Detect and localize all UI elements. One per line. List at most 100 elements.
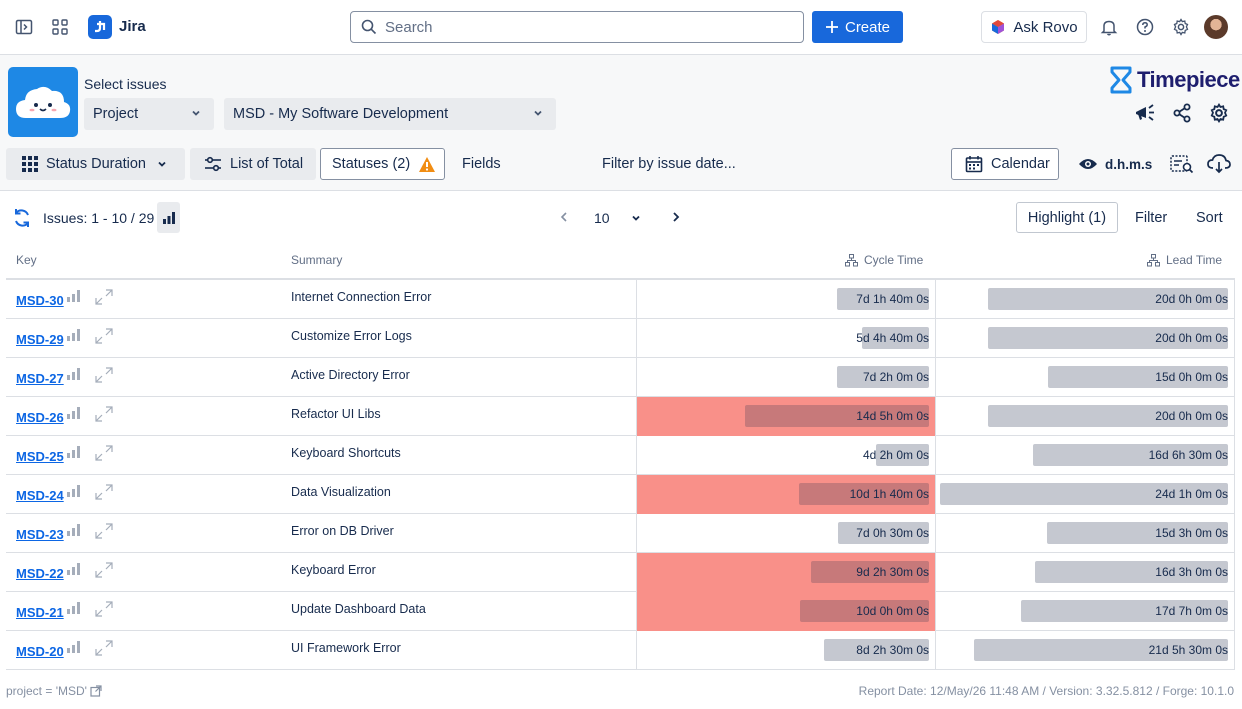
cycle-time-value: 5d 4h 40m 0s (856, 331, 929, 345)
fields-button[interactable]: Fields (462, 148, 501, 180)
calendar-button[interactable]: Calendar (951, 148, 1059, 180)
bar-chart-icon[interactable] (67, 290, 81, 302)
megaphone-icon[interactable] (1133, 101, 1157, 125)
previous-page-icon[interactable] (559, 212, 569, 222)
page-size-value[interactable]: 10 (594, 210, 610, 226)
expand-icon[interactable] (95, 484, 113, 500)
sliders-icon (205, 156, 221, 172)
bar-chart-icon[interactable] (67, 368, 81, 380)
user-avatar[interactable] (1204, 15, 1228, 39)
lead-time-value: 15d 3h 0m 0s (1155, 526, 1228, 540)
issue-key-link[interactable]: MSD-24 (16, 488, 64, 503)
lead-time-value: 17d 7h 0m 0s (1155, 604, 1228, 618)
expand-icon[interactable] (95, 523, 113, 539)
filter-button[interactable]: Filter (1135, 210, 1167, 226)
lead-time-cell: 24d 1h 0m 0s (935, 475, 1235, 514)
time-format-button[interactable]: d.h.m.s (1078, 148, 1152, 180)
next-page-icon[interactable] (671, 212, 681, 222)
lead-time-cell: 20d 0h 0m 0s (935, 397, 1235, 436)
column-header-summary[interactable]: Summary (291, 253, 342, 267)
chevron-down-icon (534, 110, 542, 116)
column-header-cycle-time[interactable]: Cycle Time (845, 253, 923, 267)
column-header-lead-time[interactable]: Lead Time (1147, 253, 1222, 267)
expand-icon[interactable] (95, 289, 113, 305)
bar-chart-icon[interactable] (67, 329, 81, 341)
jira-logo-icon[interactable] (88, 15, 112, 39)
issue-key-link[interactable]: MSD-30 (16, 293, 64, 308)
issue-summary: Update Dashboard Data (291, 602, 426, 616)
table-row: MSD-24 Data Visualization 10d 1h 40m 0s 24d… (6, 475, 1235, 514)
project-select-value: MSD - My Software Development (233, 106, 449, 122)
lead-time-value: 20d 0h 0m 0s (1155, 409, 1228, 423)
jql-link[interactable]: project = 'MSD' (6, 684, 102, 698)
table-row: MSD-22 Keyboard Error 9d 2h 30m 0s 16d 3h 0… (6, 553, 1235, 592)
report-type-dropdown[interactable]: Status Duration (6, 148, 185, 180)
bar-chart-icon[interactable] (67, 485, 81, 497)
refresh-icon[interactable] (12, 208, 32, 228)
issue-key-link[interactable]: MSD-25 (16, 449, 64, 464)
sort-button[interactable]: Sort (1196, 210, 1223, 226)
table-row: MSD-23 Error on DB Driver 7d 0h 30m 0s 15d … (6, 514, 1235, 553)
share-icon[interactable] (1170, 101, 1194, 125)
select-issues-label: Select issues (84, 76, 167, 92)
lead-time-header-label: Lead Time (1166, 253, 1223, 267)
filter-by-issue-date-button[interactable]: Filter by issue date... (602, 148, 736, 180)
issue-key-link[interactable]: MSD-29 (16, 332, 64, 347)
jql-text: project = 'MSD' (6, 684, 87, 698)
top-navigation-bar: Jira Create Ask Rovo (0, 0, 1242, 55)
issue-summary: Refactor UI Libs (291, 407, 381, 421)
bar-chart-icon[interactable] (67, 641, 81, 653)
cycle-time-cell: 10d 1h 40m 0s (636, 475, 935, 514)
bar-chart-icon[interactable] (67, 524, 81, 536)
sidebar-toggle-icon[interactable] (13, 16, 35, 38)
expand-icon[interactable] (95, 445, 113, 461)
bar-chart-icon[interactable] (67, 446, 81, 458)
issue-key-link[interactable]: MSD-21 (16, 605, 64, 620)
expand-icon[interactable] (95, 367, 113, 383)
scope-select[interactable]: Project (84, 98, 214, 130)
statuses-button[interactable]: Statuses (2) (320, 148, 445, 180)
search-box[interactable] (350, 11, 804, 43)
bar-chart-icon[interactable] (67, 602, 81, 614)
issue-key-link[interactable]: MSD-20 (16, 644, 64, 659)
brand-name: Timepiece (1137, 67, 1240, 92)
plus-icon (825, 21, 838, 33)
ask-rovo-button[interactable]: Ask Rovo (981, 11, 1087, 43)
create-button[interactable]: Create (812, 11, 903, 43)
table-row: MSD-21 Update Dashboard Data 10d 0h 0m 0s 1… (6, 592, 1235, 631)
issue-key-link[interactable]: MSD-26 (16, 410, 64, 425)
app-switcher-icon[interactable] (49, 16, 71, 38)
chevron-down-icon (158, 161, 166, 167)
bar-chart-icon[interactable] (67, 563, 81, 575)
cycle-time-value: 9d 2h 30m 0s (856, 565, 929, 579)
settings-gear-icon[interactable] (1170, 16, 1192, 38)
table-row: MSD-20 UI Framework Error 8d 2h 30m 0s 21d … (6, 631, 1235, 670)
expand-icon[interactable] (95, 406, 113, 422)
highlight-button[interactable]: Highlight (1) (1016, 202, 1118, 233)
list-of-total-button[interactable]: List of Total (190, 148, 316, 180)
expand-icon[interactable] (95, 640, 113, 656)
lead-time-cell: 20d 0h 0m 0s (935, 319, 1235, 358)
app-name[interactable]: Jira (119, 18, 146, 35)
cycle-time-cell: 9d 2h 30m 0s (636, 553, 935, 592)
issue-key-link[interactable]: MSD-27 (16, 371, 64, 386)
expand-icon[interactable] (95, 562, 113, 578)
column-header-key[interactable]: Key (16, 253, 37, 267)
report-info: Report Date: 12/May/26 11:48 AM / Versio… (858, 684, 1234, 698)
issue-key-link[interactable]: MSD-22 (16, 566, 64, 581)
project-select[interactable]: MSD - My Software Development (224, 98, 556, 130)
bell-icon[interactable] (1098, 16, 1120, 38)
expand-icon[interactable] (95, 601, 113, 617)
page-size-chevron-down-icon[interactable] (630, 212, 642, 224)
search-input[interactable] (385, 18, 785, 36)
search-list-icon[interactable] (1170, 148, 1194, 180)
lead-time-value: 20d 0h 0m 0s (1155, 331, 1228, 345)
expand-icon[interactable] (95, 328, 113, 344)
bar-chart-icon[interactable] (67, 407, 81, 419)
cloud-download-icon[interactable] (1207, 148, 1231, 180)
issue-key-link[interactable]: MSD-23 (16, 527, 64, 542)
chart-toggle-button[interactable] (157, 202, 180, 233)
cycle-time-value: 7d 2h 0m 0s (862, 370, 929, 384)
app-settings-gear-icon[interactable] (1207, 101, 1231, 125)
help-icon[interactable] (1134, 16, 1156, 38)
